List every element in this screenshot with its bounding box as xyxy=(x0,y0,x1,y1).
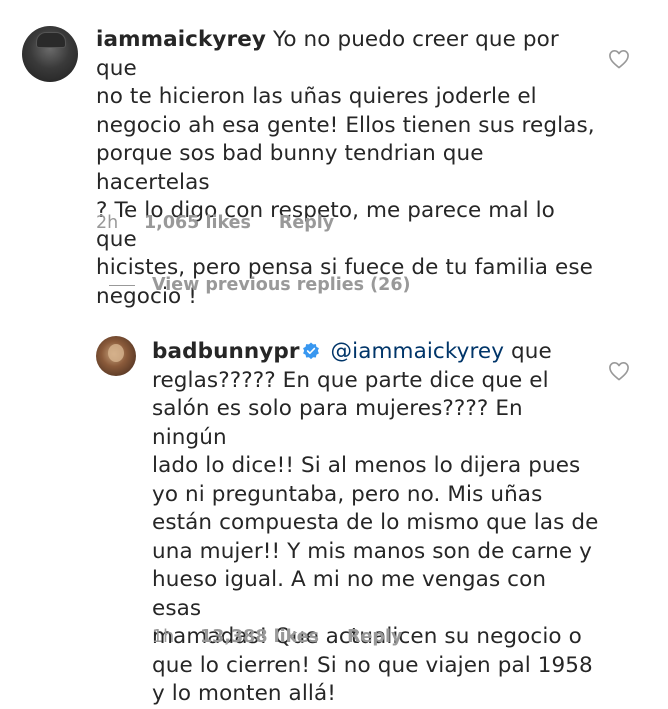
avatar-image xyxy=(108,344,124,362)
reply-button[interactable]: Reply xyxy=(279,213,334,233)
divider-line xyxy=(109,284,135,286)
view-previous-replies-button[interactable]: View previous replies (26) xyxy=(109,275,411,295)
comment-meta: 1h 13,388 likes Reply xyxy=(152,627,402,647)
likes-count[interactable]: 13,388 likes xyxy=(200,627,319,647)
avatar-image xyxy=(36,32,66,48)
avatar[interactable] xyxy=(96,336,136,376)
avatar[interactable] xyxy=(22,26,78,82)
view-replies-label: View previous replies (26) xyxy=(152,275,411,295)
mention-link[interactable]: @iammaickyrey xyxy=(331,339,505,364)
comment-meta: 2h 1,065 likes Reply xyxy=(96,213,334,233)
username-link[interactable]: badbunnypr xyxy=(152,339,300,364)
comment-body: iammaickyrey Yo no puedo creer que por q… xyxy=(96,26,596,311)
heart-icon[interactable] xyxy=(608,49,630,69)
timestamp: 1h xyxy=(152,627,175,647)
verified-badge-icon xyxy=(302,342,319,360)
reply-button[interactable]: Reply xyxy=(347,627,402,647)
comment-text: Yo no puedo creer que por que no te hici… xyxy=(96,27,595,309)
heart-icon[interactable] xyxy=(608,361,630,381)
comment-body: badbunnypr @iammaickyrey que reglas?????… xyxy=(152,338,602,709)
username-link[interactable]: iammaickyrey xyxy=(96,27,266,52)
likes-count[interactable]: 1,065 likes xyxy=(144,213,251,233)
comment-text: que reglas????? En que parte dice que el… xyxy=(152,339,599,706)
timestamp: 2h xyxy=(96,213,119,233)
